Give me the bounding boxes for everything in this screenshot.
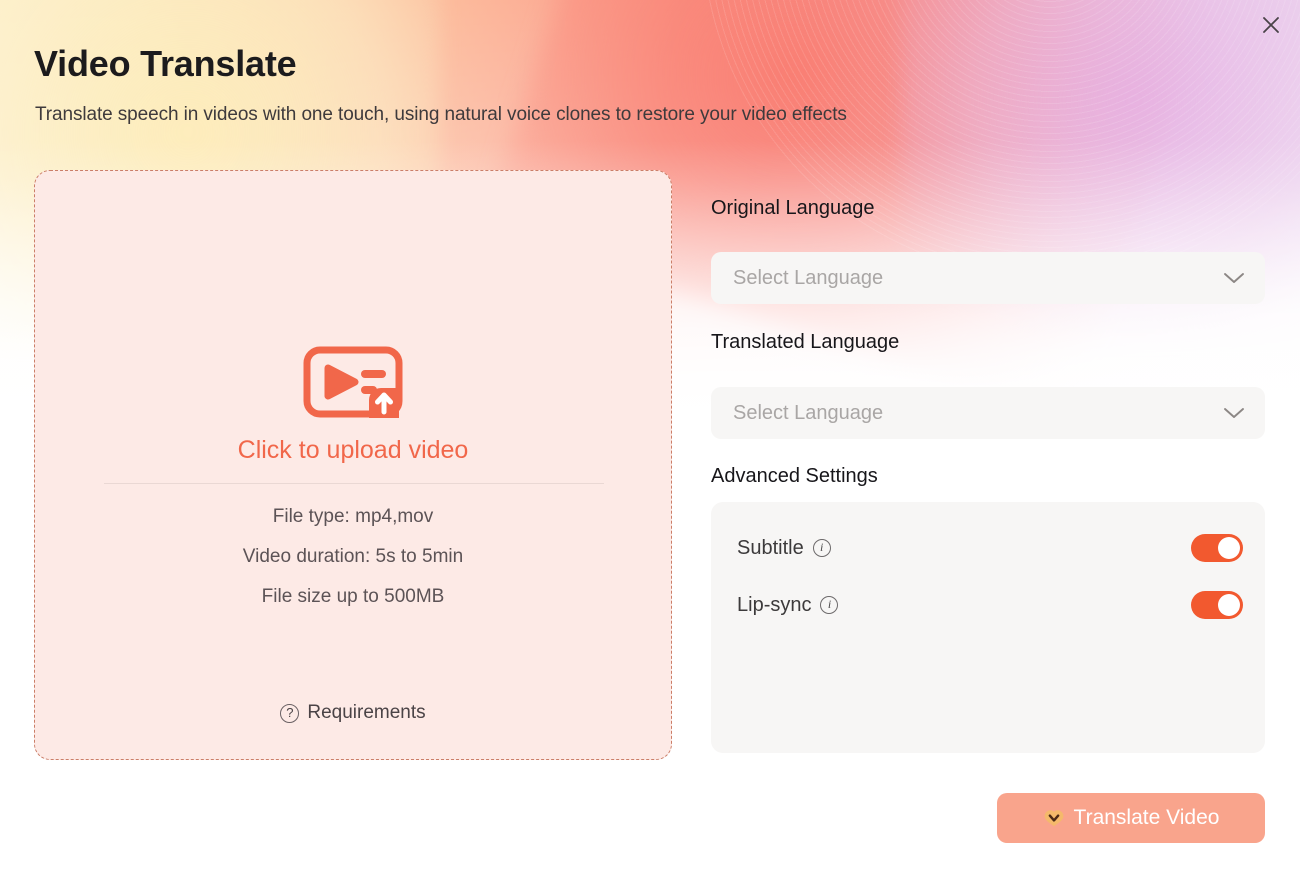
lip-sync-label: Lip-sync [737, 593, 812, 616]
premium-gem-icon [1043, 809, 1065, 827]
info-circle-icon[interactable]: i [820, 596, 839, 614]
setting-row-lip-sync: Lip-sync i [737, 587, 1243, 623]
video-upload-icon [303, 346, 403, 423]
video-translate-dialog: Video Translate Translate speech in vide… [0, 0, 1300, 879]
chevron-down-icon [1223, 271, 1245, 285]
lip-sync-toggle[interactable] [1191, 591, 1243, 619]
translated-language-select[interactable]: Select Language [711, 387, 1265, 439]
spec-file-type: File type: mp4,mov [272, 506, 434, 527]
original-language-label: Original Language [711, 197, 875, 219]
chevron-down-icon [1223, 406, 1245, 420]
upload-divider [104, 483, 604, 484]
upload-specs: File type: mp4,mov Video duration: 5s to… [35, 497, 671, 617]
spec-video-duration: Video duration: 5s to 5min [242, 546, 464, 567]
close-icon [1263, 17, 1279, 33]
original-language-select[interactable]: Select Language [711, 252, 1265, 304]
toggle-knob [1218, 594, 1240, 616]
translate-video-label: Translate Video [1073, 806, 1220, 829]
upload-cta-label: Click to upload video [237, 436, 469, 464]
page-subtitle: Translate speech in videos with one touc… [35, 104, 847, 125]
translated-language-label: Translated Language [711, 331, 900, 353]
question-circle-icon: ? [280, 703, 300, 723]
upload-dropzone[interactable]: Click to upload video File type: mp4,mov… [34, 170, 672, 760]
spec-file-size: File size up to 500MB [261, 586, 445, 607]
requirements-label: Requirements [307, 702, 426, 723]
subtitle-label: Subtitle [737, 536, 804, 559]
translate-video-button[interactable]: Translate Video [997, 793, 1265, 843]
info-circle-icon[interactable]: i [812, 539, 831, 557]
advanced-settings-label: Advanced Settings [711, 465, 878, 487]
close-button[interactable] [1254, 8, 1288, 42]
original-language-value: Select Language [733, 266, 884, 289]
advanced-settings-panel: Subtitle i Lip-sync i [711, 502, 1265, 753]
setting-row-subtitle: Subtitle i [737, 530, 1243, 566]
toggle-knob [1218, 537, 1240, 559]
translated-language-value: Select Language [733, 401, 884, 424]
requirements-link[interactable]: ? Requirements [35, 702, 671, 724]
subtitle-toggle[interactable] [1191, 534, 1243, 562]
page-title: Video Translate [34, 43, 297, 84]
